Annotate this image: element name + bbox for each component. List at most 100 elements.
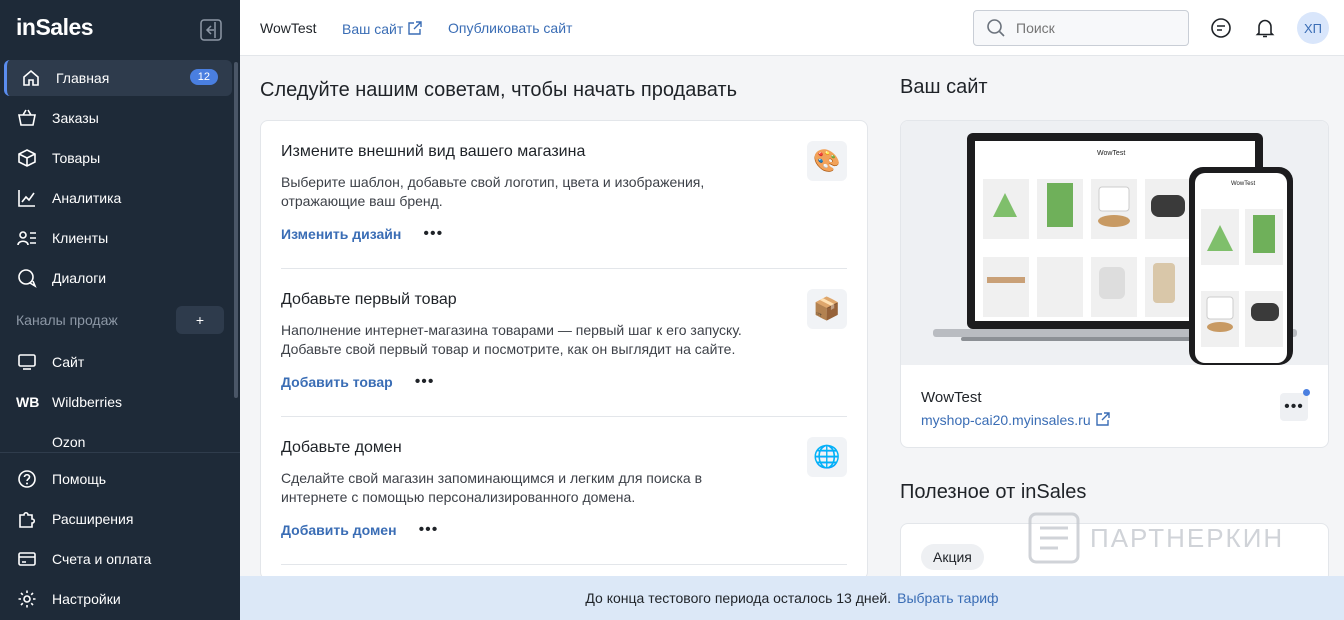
page-title: Следуйте нашим советам, чтобы начать про… (260, 79, 738, 101)
your-site-title: Ваш сайт (900, 76, 988, 98)
nav-label: Заказы (52, 110, 99, 126)
puzzle-icon (16, 508, 38, 530)
sidebar-scrollbar[interactable] (234, 62, 238, 398)
site-preview-image[interactable]: WowTest WowTest (901, 121, 1328, 365)
change-design-button[interactable]: Изменить дизайн (281, 226, 401, 242)
nav-item-settings[interactable]: Настройки (0, 579, 240, 619)
nav-item-clients[interactable]: Клиенты (0, 218, 240, 258)
monitor-icon (16, 351, 38, 373)
nav-item-wildberries[interactable]: WB Wildberries (0, 382, 240, 422)
watermark-text: ПАРТНЕРКИН (1090, 522, 1285, 553)
more-options-button[interactable]: ••• (423, 225, 443, 243)
main-nav: Главная 12 Заказы Товары Аналитика Клиен… (0, 58, 240, 462)
add-channel-button[interactable]: + (176, 306, 224, 334)
tip-item: Добавьте первый товар Наполнение интерне… (281, 269, 847, 417)
site-url-link[interactable]: myshop-cai20.myinsales.ru (921, 411, 1111, 428)
useful-title: Полезное от inSales (900, 481, 1087, 503)
shop-name[interactable]: WowTest (260, 20, 317, 36)
home-icon (20, 67, 42, 89)
site-name: WowTest (921, 389, 982, 406)
device-mockup: WowTest WowTest (933, 133, 1297, 365)
chat-icon[interactable] (1209, 16, 1233, 40)
external-link-icon (1095, 412, 1110, 426)
wildberries-icon: WB (16, 394, 40, 410)
banner-text: До конца тестового периода осталось 13 д… (585, 590, 892, 606)
watermark-logo-icon (1028, 512, 1080, 564)
nav-label: Товары (52, 150, 101, 166)
search-box[interactable] (973, 10, 1189, 46)
nav-label: Расширения (52, 511, 134, 527)
gear-icon (16, 588, 38, 610)
tip-text: Выберите шаблон, добавьте свой логотип, … (281, 174, 705, 209)
ozon-icon (16, 431, 38, 453)
nav-item-products[interactable]: Товары (0, 138, 240, 178)
clients-icon (16, 227, 38, 249)
promo-tag: Акция (921, 544, 984, 570)
tip-title: Измените внешний вид вашего магазина (281, 143, 586, 160)
tip-item: Измените внешний вид вашего магазина Выб… (281, 121, 847, 269)
nav-label: Счета и оплата (52, 551, 152, 567)
choose-plan-link[interactable]: Выбрать тариф (897, 590, 998, 606)
palette-icon: 🎨 (807, 141, 847, 181)
nav-label: Главная (56, 70, 110, 86)
collapse-sidebar-icon[interactable] (200, 19, 222, 41)
section-label: Каналы продаж (16, 312, 118, 328)
tip-text: Наполнение интернет-магазина товарами — … (281, 322, 742, 357)
nav-item-billing[interactable]: Счета и оплата (0, 539, 240, 579)
nav-item-orders[interactable]: Заказы (0, 98, 240, 138)
nav-item-analytics[interactable]: Аналитика (0, 178, 240, 218)
trial-banner: До конца тестового периода осталось 13 д… (240, 576, 1344, 620)
site-url-text: myshop-cai20.myinsales.ru (921, 412, 1091, 428)
search-input[interactable] (1016, 20, 1176, 36)
nav-label: Диалоги (52, 270, 107, 286)
bell-icon[interactable] (1253, 16, 1277, 40)
package-icon: 📦 (807, 289, 847, 329)
preview-shop-name: WowTest (1097, 150, 1125, 157)
nav-label: Сайт (52, 354, 85, 370)
notification-dot (1303, 389, 1310, 396)
basket-icon (16, 107, 38, 129)
nav-label: Настройки (52, 591, 121, 607)
sidebar: inSales Главная 12 Заказы Товары Аналити… (0, 0, 240, 620)
tip-actions: Изменить дизайн ••• (281, 225, 443, 243)
preview-phone-shop-name: WowTest (1231, 181, 1256, 187)
nav-item-extensions[interactable]: Расширения (0, 499, 240, 539)
topbar: WowTest Ваш сайт Опубликовать сайт ХП (240, 0, 1344, 56)
tip-actions: Добавить товар ••• (281, 373, 435, 391)
nav-label: Wildberries (52, 394, 123, 410)
nav-item-home[interactable]: Главная 12 (4, 60, 232, 96)
tip-text: Сделайте свой магазин запоминающимся и л… (281, 470, 703, 505)
your-site-link[interactable]: Ваш сайт (342, 20, 423, 37)
nav-item-help[interactable]: Помощь (0, 459, 240, 499)
nav-label: Ozon (52, 434, 86, 450)
watermark: ПАРТНЕРКИН (1028, 512, 1284, 564)
external-link-icon (408, 21, 422, 35)
add-domain-button[interactable]: Добавить домен (281, 522, 397, 538)
tip-item: Добавьте домен Сделайте свой магазин зап… (281, 417, 847, 565)
more-options-button[interactable]: ••• (419, 521, 439, 539)
nav-label: Клиенты (52, 230, 109, 246)
more-options-button[interactable]: ••• (415, 373, 435, 391)
nav-item-dialogs[interactable]: Диалоги (0, 258, 240, 298)
nav-label: Аналитика (52, 190, 122, 206)
insales-logo[interactable]: inSales (16, 14, 94, 41)
globe-icon: 🌐 (807, 437, 847, 477)
sales-channels-title: Каналы продаж + (0, 298, 240, 342)
chart-icon (16, 187, 38, 209)
nav-label: Помощь (52, 471, 107, 487)
dialog-icon (16, 267, 38, 289)
box-icon (16, 147, 38, 169)
publish-site-link[interactable]: Опубликовать сайт (448, 20, 572, 36)
link-label: Ваш сайт (342, 21, 404, 37)
site-more-button[interactable]: ••• (1280, 393, 1308, 421)
search-icon (987, 19, 1005, 37)
notification-badge: 12 (189, 69, 218, 85)
tip-actions: Добавить домен ••• (281, 521, 438, 539)
tips-card: Измените внешний вид вашего магазина Выб… (260, 120, 868, 580)
tip-title: Добавьте первый товар (281, 291, 457, 308)
avatar[interactable]: ХП (1297, 12, 1329, 44)
card-icon (16, 548, 38, 570)
add-product-button[interactable]: Добавить товар (281, 374, 393, 390)
nav-item-site[interactable]: Сайт (0, 342, 240, 382)
site-card: WowTest WowTest WowTest myshop-cai20.myi… (900, 120, 1329, 448)
